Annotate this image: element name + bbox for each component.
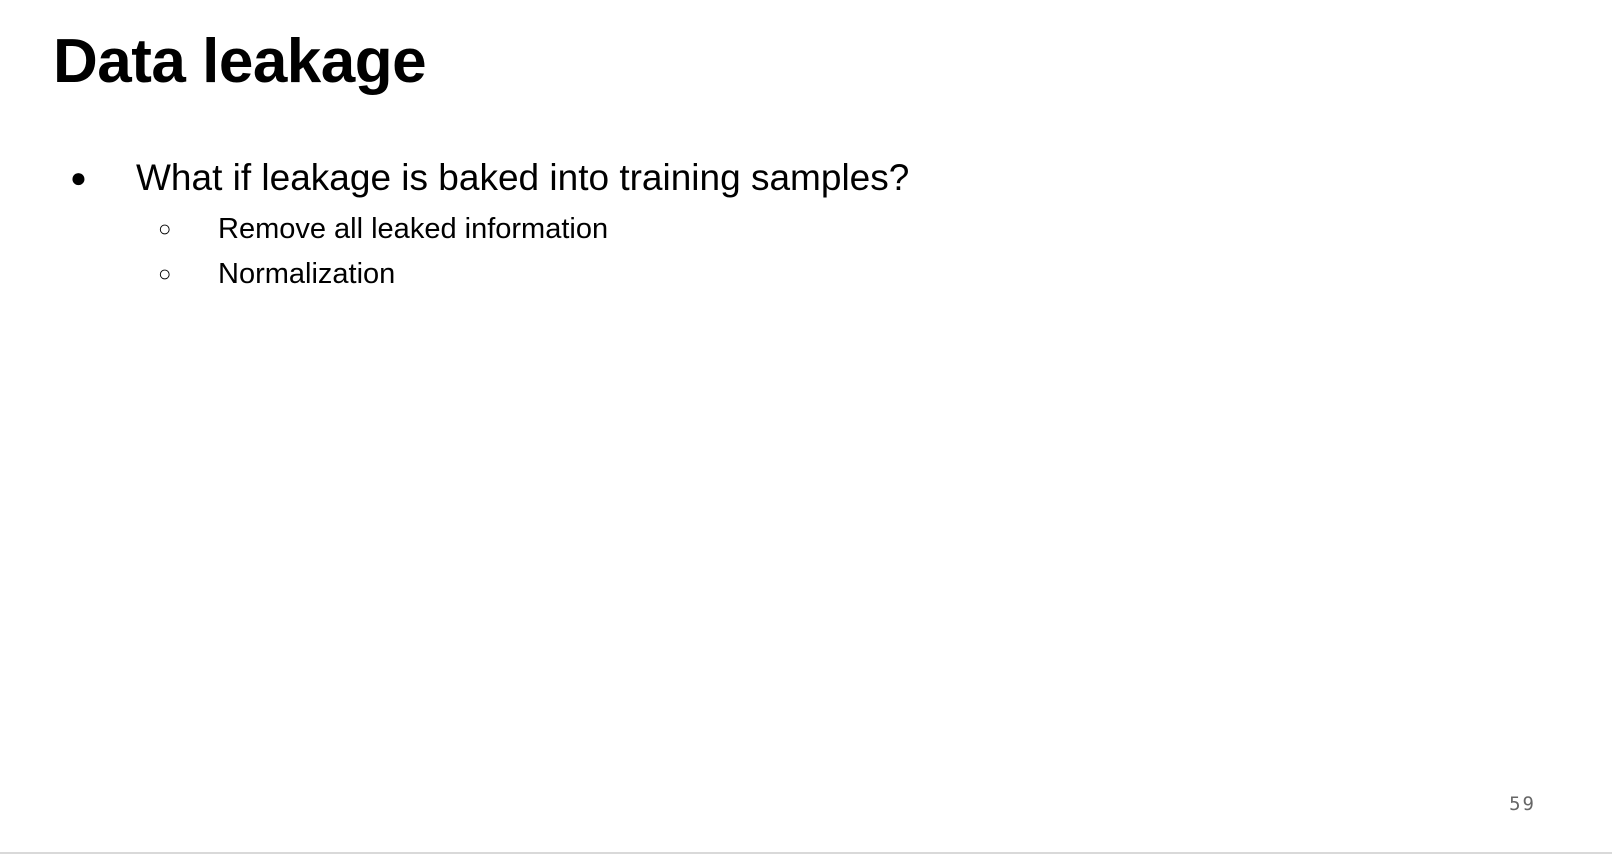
bullet-dot-icon: ● (70, 162, 87, 193)
slide-title: Data leakage (53, 27, 427, 96)
bullet-item: ● What if leakage is baked into training… (0, 150, 1500, 206)
sub-bullet-circle-icon: ○ (158, 261, 172, 286)
slide: Data leakage ● What if leakage is baked … (0, 0, 1612, 854)
sub-bullet-text: Remove all leaked information (218, 213, 609, 245)
sub-bullet-item: ○ Normalization (0, 251, 1500, 296)
bullet-text: What if leakage is baked into training s… (136, 157, 910, 198)
sub-bullet-item: ○ Remove all leaked information (0, 206, 1500, 251)
bullet-list: ● What if leakage is baked into training… (0, 150, 1500, 296)
sub-bullet-text: Normalization (218, 258, 396, 290)
page-number: 59 (1509, 793, 1536, 815)
sub-bullet-circle-icon: ○ (158, 216, 172, 241)
